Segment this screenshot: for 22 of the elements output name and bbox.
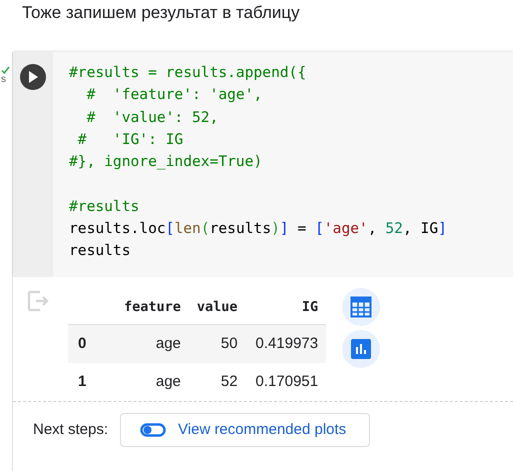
table-cell: 0.419973	[246, 324, 326, 363]
table-cell: age	[116, 324, 189, 363]
table-view-button[interactable]	[342, 288, 380, 326]
view-plots-button[interactable]: View recommended plots	[120, 412, 370, 447]
run-button[interactable]	[20, 64, 46, 90]
run-time: s	[1, 74, 6, 85]
row-index: 1	[68, 362, 116, 401]
next-steps-label: Next steps:	[33, 421, 108, 438]
table-cell: 0.170951	[246, 362, 326, 401]
chart-button[interactable]	[342, 330, 380, 368]
table-cell: 50	[188, 324, 246, 363]
table-cell: age	[116, 362, 189, 401]
text-heading: Тоже запишем результат в таблицу	[22, 3, 300, 22]
play-icon	[27, 70, 39, 84]
table-icon	[350, 296, 372, 318]
column-header: feature	[116, 288, 189, 324]
table-cell: 52	[188, 362, 246, 401]
column-header: value	[188, 288, 246, 324]
row-index: 0	[68, 324, 116, 363]
column-header: IG	[246, 288, 326, 324]
toggle-icon	[140, 422, 166, 437]
bar-chart-icon	[350, 338, 372, 360]
